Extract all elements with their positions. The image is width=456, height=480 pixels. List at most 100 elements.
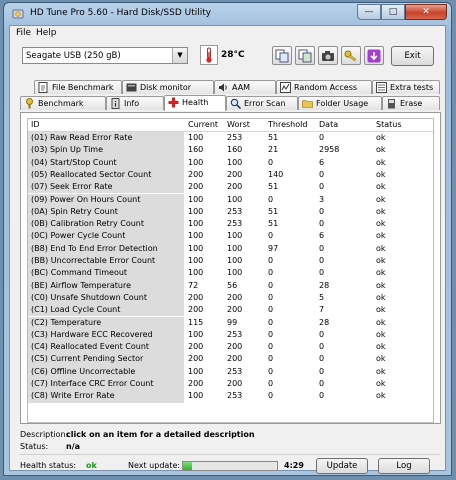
folder-icon [302,100,313,108]
cell-id: (BE) Airflow Temperature [31,280,132,290]
table-row[interactable]: (0A) Spin Retry Count 100 253 51 0 ok [28,205,433,219]
maximize-button[interactable]: □ [381,4,405,20]
tab-erase[interactable]: Erase [382,96,440,110]
table-row[interactable]: (C1) Load Cycle Count 200 200 0 7 ok [28,304,433,317]
tab-folder-usage[interactable]: Folder Usage [298,96,382,110]
tab-disk-monitor[interactable]: Disk monitor [122,80,214,94]
cell-worst: 253 [227,366,243,376]
cell-current: 100 [188,268,204,278]
table-row[interactable]: (0B) Calibration Retry Count 100 253 51 0 ok [28,218,433,231]
tab-strip: File Benchmark Disk monitor AAM Random A… [20,78,440,112]
countdown: 4:29 [284,461,304,470]
cell-id: (0C) Power Cycle Count [31,231,126,241]
table-row[interactable]: (01) Raw Read Error Rate 100 253 51 0 ok [28,132,433,145]
cell-id: (03) Spin Up Time [31,145,104,155]
tab-info[interactable]: Info [106,96,164,110]
minimize-button[interactable]: — [357,4,381,20]
cell-worst: 200 [227,379,243,388]
error-scan-icon [230,98,241,109]
cell-worst: 200 [227,182,243,192]
cell-status: ok [376,219,386,229]
tab-file-benchmark[interactable]: File Benchmark [34,80,122,94]
copy-screenshot-button[interactable] [295,46,315,65]
cell-status: ok [376,317,386,327]
table-row[interactable]: (03) Spin Up Time 160 160 21 2958 ok [28,144,433,157]
cell-id: (BB) Uncorrectable Error Count [31,256,156,265]
cell-data: 0 [319,243,325,253]
table-row[interactable]: (09) Power On Hours Count 100 100 0 3 ok [28,193,433,206]
table-row[interactable]: (C4) Reallocated Event Count 200 200 0 0 ok [28,341,433,354]
cell-status: ok [376,391,386,401]
table-row[interactable]: (07) Seek Error Rate 200 200 51 0 ok [28,181,433,194]
copy-text-button[interactable] [272,46,292,65]
tab-folder-usage-label: Folder Usage [316,99,369,108]
table-row[interactable]: (BE) Airflow Temperature 72 56 0 28 ok [28,279,433,292]
exit-button[interactable]: Exit [391,46,434,66]
options-button[interactable] [341,46,361,65]
cell-status: ok [376,268,386,278]
cell-current: 100 [188,329,204,339]
camera-icon [322,51,334,61]
table-row[interactable]: (C0) Unsafe Shutdown Count 200 200 0 5 ok [28,291,433,305]
drive-select[interactable]: Seagate USB (250 gB) ▼ [22,47,188,64]
drive-select-value: Seagate USB (250 gB) [26,51,121,61]
title-bar[interactable]: HD Tune Pro 5.60 - Hard Disk/SSD Utility… [4,3,451,25]
cell-threshold: 0 [268,366,274,376]
table-row[interactable]: (04) Start/Stop Count 100 100 0 6 ok [28,156,433,169]
cell-status: ok [376,133,386,142]
cell-worst: 253 [227,206,243,216]
table-row[interactable]: (BB) Uncorrectable Error Count 100 100 0 0 ok [28,255,433,268]
smart-table[interactable]: ID Current Worst Threshold Data Status (… [27,118,434,423]
table-row[interactable]: (C5) Current Pending Sector 200 200 0 0 ok [28,353,433,366]
col-status[interactable]: Status [376,120,402,129]
col-current[interactable]: Current [188,120,218,129]
table-row[interactable]: (05) Reallocated Sector Count 200 200 140 0 o… [28,168,433,182]
tab-health[interactable]: Health [164,95,226,111]
cell-worst: 200 [227,354,243,364]
cell-threshold: 0 [268,292,274,302]
col-worst[interactable]: Worst [227,120,250,129]
cell-id: (BC) Command Timeout [31,268,128,278]
cell-status: ok [376,256,386,265]
cell-id: (C8) Write Error Rate [31,391,115,401]
menu-file[interactable]: File [16,28,31,38]
tab-error-scan[interactable]: Error Scan [226,96,298,110]
col-threshold[interactable]: Threshold [268,120,307,129]
cell-worst: 100 [227,194,243,204]
copy-screenshot-icon [298,49,312,63]
save-screenshot-button[interactable] [318,46,338,65]
chevron-down-icon[interactable]: ▼ [172,48,187,63]
cell-status: ok [376,182,386,192]
table-row[interactable]: (C6) Offline Uncorrectable 100 253 0 0 ok [28,365,433,378]
cell-status: ok [376,342,386,352]
update-button[interactable]: Update [316,458,368,474]
cell-data: 5 [319,292,325,302]
cell-threshold: 140 [268,169,284,179]
cell-id: (0A) Spin Retry Count [31,206,118,216]
table-row[interactable]: (BC) Command Timeout 100 100 0 0 ok [28,267,433,280]
toolbar: Seagate USB (250 gB) ▼ 28°C Exit [10,41,445,73]
table-row[interactable]: (C7) Interface CRC Error Count 200 200 0 0 ok [28,378,433,391]
table-row[interactable]: (C2) Temperature 115 99 0 28 ok [28,316,433,329]
close-button[interactable]: ✕ [405,4,447,20]
tab-aam[interactable]: AAM [214,80,276,94]
tab-benchmark[interactable]: Benchmark [20,96,106,110]
tab-extra-tests[interactable]: Extra tests [372,80,440,94]
tab-info-label: Info [124,99,140,108]
log-button[interactable]: Log [378,458,430,474]
table-row[interactable]: (C8) Write Error Rate 100 253 0 0 ok [28,390,433,403]
col-data[interactable]: Data [319,120,338,129]
table-row[interactable]: (0C) Power Cycle Count 100 100 0 6 ok [28,230,433,243]
cell-id: (B8) End To End Error Detection [31,243,158,253]
col-id[interactable]: ID [31,120,40,129]
menu-help[interactable]: Help [36,28,57,38]
cell-data: 0 [319,391,325,401]
table-row[interactable]: (C3) Hardware ECC Recovered 100 253 0 0 ok [28,328,433,342]
cell-status: ok [376,206,386,216]
tab-random-access[interactable]: Random Access [276,80,372,94]
cell-threshold: 97 [268,243,279,253]
cell-id: (C0) Unsafe Shutdown Count [31,292,147,302]
download-button[interactable] [364,46,384,65]
table-row[interactable]: (B8) End To End Error Detection 100 100 97 0… [28,242,433,255]
cell-worst: 99 [227,317,238,327]
